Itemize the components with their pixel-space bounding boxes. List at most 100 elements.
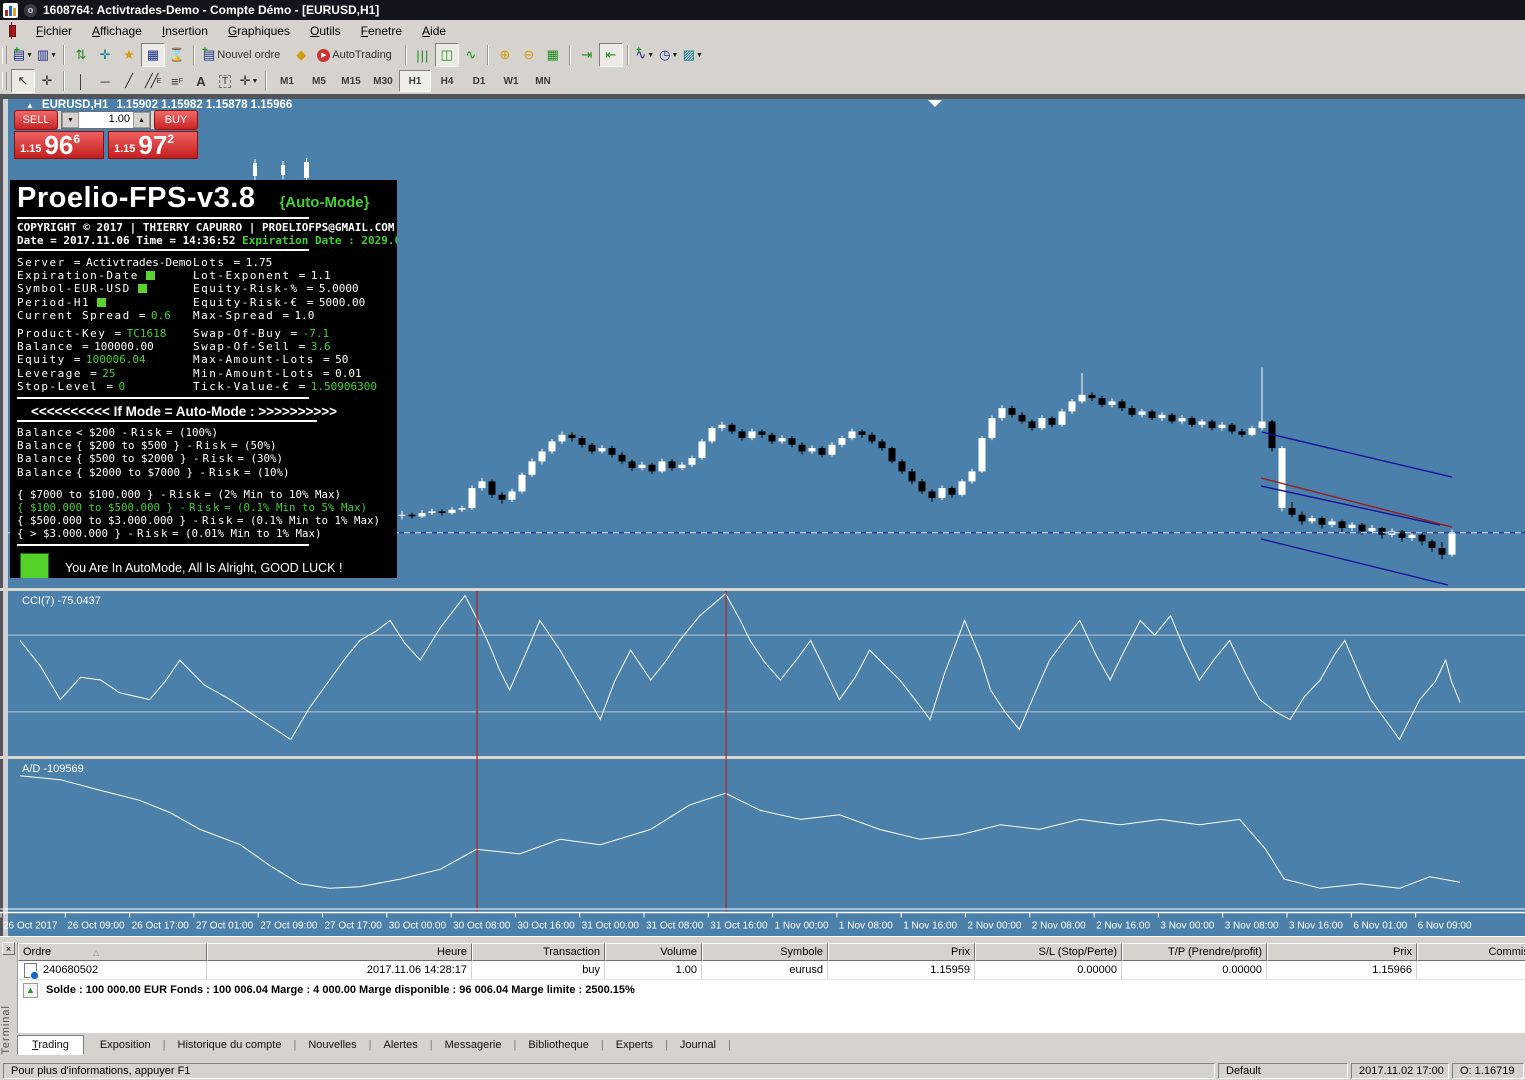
- ea-info-row: Equity-Risk-% =5.0000: [193, 282, 397, 295]
- new-order-button[interactable]: ▤+ Nouvel ordre: [199, 43, 289, 67]
- profiles-button[interactable]: ▥▼: [35, 43, 59, 67]
- tile-windows-button[interactable]: ▦: [541, 43, 565, 67]
- zoom-in-button[interactable]: ⊕: [493, 43, 517, 67]
- chart-window-icon[interactable]: [4, 24, 18, 39]
- column-header-prix[interactable]: Prix: [1267, 943, 1417, 961]
- text-tool-button[interactable]: A: [189, 69, 213, 93]
- cursor-tool-button[interactable]: ↖: [11, 69, 35, 93]
- channel-tool-button[interactable]: ╱╱E: [141, 69, 165, 93]
- svg-text:31 Oct 00:00: 31 Oct 00:00: [582, 921, 640, 932]
- volume-decrease-button[interactable]: ▼: [62, 112, 79, 128]
- new-chart-button[interactable]: ▤+▼: [11, 43, 35, 67]
- svg-text:31 Oct 16:00: 31 Oct 16:00: [710, 921, 768, 932]
- tab-exposition[interactable]: Exposition: [90, 1035, 161, 1055]
- chart-area: CCI(7) -75.0437A/D -10956926 Oct 201726 …: [0, 94, 1525, 936]
- candlestick-chart-button[interactable]: ◫: [435, 43, 459, 67]
- order-row[interactable]: 2406805022017.11.06 14:28:17buy1.00eurus…: [18, 961, 1525, 980]
- vertical-line-tool-button[interactable]: │: [69, 69, 93, 93]
- tab-nouvelles[interactable]: Nouvelles: [298, 1035, 366, 1055]
- order-cell-transaction: buy: [472, 961, 605, 979]
- templates-button[interactable]: ▨▼: [681, 43, 705, 67]
- buy-price[interactable]: 1.15 97 2: [108, 131, 198, 159]
- tab-bibliotheque[interactable]: Bibliotheque: [518, 1035, 599, 1055]
- svg-text:27 Oct 09:00: 27 Oct 09:00: [260, 921, 318, 932]
- column-header-prix[interactable]: Prix: [828, 943, 975, 961]
- ea-mode-header-wrap: <<<<<<<<<< If Mode = Auto-Mode : >>>>>>>…: [17, 404, 317, 422]
- balance-row[interactable]: ▲ Solde : 100 000.00 EUR Fonds : 100 006…: [18, 980, 1525, 1000]
- buy-button[interactable]: BUY: [154, 110, 198, 130]
- column-header-transaction[interactable]: Transaction: [472, 943, 605, 961]
- terminal-button[interactable]: ▦: [141, 43, 165, 67]
- one-click-collapse-icon[interactable]: ▲: [26, 101, 34, 110]
- periods-button[interactable]: ◷▼: [657, 43, 681, 67]
- text-label-tool-button[interactable]: T: [213, 69, 237, 93]
- sell-price[interactable]: 1.15 96 6: [14, 131, 104, 159]
- ea-date-line: Date = 2017.11.06 Time = 14:36:52 Expira…: [17, 234, 397, 247]
- column-header-s-l-stop-perte-[interactable]: S/L (Stop/Perte): [975, 943, 1122, 961]
- column-header-commission[interactable]: Commission: [1417, 943, 1525, 961]
- timeframe-h1[interactable]: H1: [399, 70, 431, 92]
- menu-item-aide[interactable]: Aide: [412, 21, 456, 41]
- menu-item-insertion[interactable]: Insertion: [152, 21, 218, 41]
- window-menu-icon[interactable]: o: [24, 4, 37, 17]
- zoom-out-button[interactable]: ⊖: [517, 43, 541, 67]
- column-header-heure[interactable]: Heure: [207, 943, 472, 961]
- column-header-symbole[interactable]: Symbole: [702, 943, 828, 961]
- app-logo-icon: [3, 3, 18, 18]
- column-header-t-p-prendre-profit-[interactable]: T/P (Prendre/profit): [1122, 943, 1267, 961]
- timeframe-h4[interactable]: H4: [431, 70, 463, 92]
- sell-button[interactable]: SELL: [14, 110, 58, 130]
- menu-item-graphiques[interactable]: Graphiques: [218, 21, 300, 41]
- bar-chart-button[interactable]: |||: [411, 43, 435, 67]
- timeframe-m5[interactable]: M5: [303, 70, 335, 92]
- timeframe-mn[interactable]: MN: [527, 70, 559, 92]
- market-watch-button[interactable]: ⇅: [69, 43, 93, 67]
- terminal-close-button[interactable]: ×: [2, 942, 15, 955]
- ea-status-footer: You Are In AutoMode, All Is Alright, GOO…: [17, 553, 397, 578]
- tab-experts[interactable]: Experts: [606, 1035, 663, 1055]
- metaeditor-button[interactable]: ◆: [289, 43, 313, 67]
- column-header-volume[interactable]: Volume: [605, 943, 702, 961]
- svg-text:2 Nov 08:00: 2 Nov 08:00: [1032, 921, 1086, 932]
- volume-input[interactable]: 1.00: [79, 112, 133, 128]
- order-cell-heure: 2017.11.06 14:28:17: [207, 961, 472, 979]
- crosshair-tool-button[interactable]: ✛: [35, 69, 59, 93]
- menu-item-affichage[interactable]: Affichage: [82, 21, 152, 41]
- trendline-tool-button[interactable]: ╱: [117, 69, 141, 93]
- column-header-ordre[interactable]: Ordre△: [18, 943, 207, 961]
- toolbar-grip[interactable]: [2, 46, 7, 64]
- indicators-button[interactable]: ∿+▼: [633, 43, 657, 67]
- ea-info-row: Max-Amount-Lots =50: [193, 353, 397, 366]
- menu-item-fenetre[interactable]: Fenetre: [351, 21, 412, 41]
- toolbar-grip[interactable]: [2, 72, 7, 90]
- menu-item-fichier[interactable]: Fichier: [26, 21, 82, 41]
- tab-journal[interactable]: Journal: [670, 1035, 726, 1055]
- tab-trading[interactable]: Trading: [17, 1035, 84, 1055]
- fibonacci-tool-button[interactable]: ≡F: [165, 69, 189, 93]
- ea-risk-row: Balance{ $200 to $500 } -Risk= (50%): [17, 439, 397, 452]
- svg-text:30 Oct 16:00: 30 Oct 16:00: [517, 921, 575, 932]
- line-chart-button[interactable]: ∿: [459, 43, 483, 67]
- timeframe-d1[interactable]: D1: [463, 70, 495, 92]
- menu-item-outils[interactable]: Outils: [300, 21, 351, 41]
- navigator-button[interactable]: ★: [117, 43, 141, 67]
- data-window-button[interactable]: ✛: [93, 43, 117, 67]
- auto-scroll-button[interactable]: ⇥: [575, 43, 599, 67]
- tab-messagerie[interactable]: Messagerie: [435, 1035, 512, 1055]
- timeframe-m15[interactable]: M15: [335, 70, 367, 92]
- ea-divider: [17, 217, 309, 219]
- tab-historique-du-compte[interactable]: Historique du compte: [168, 1035, 292, 1055]
- chart-shift-button[interactable]: ⇤: [599, 43, 623, 67]
- tab-alertes[interactable]: Alertes: [374, 1035, 428, 1055]
- status-profile[interactable]: Default: [1218, 1063, 1348, 1079]
- timeframe-m1[interactable]: M1: [271, 70, 303, 92]
- timeframe-w1[interactable]: W1: [495, 70, 527, 92]
- timeframe-m30[interactable]: M30: [367, 70, 399, 92]
- timeframe-buttons: M1M5M15M30H1H4D1W1MN: [271, 70, 559, 92]
- autotrading-button[interactable]: ▶ AutoTrading: [313, 43, 401, 67]
- strategy-tester-button[interactable]: ⌛: [165, 43, 189, 67]
- ea-green-indicator: [97, 298, 106, 307]
- horizontal-line-tool-button[interactable]: ─: [93, 69, 117, 93]
- arrows-tool-button[interactable]: ✛▼: [237, 69, 261, 93]
- volume-increase-button[interactable]: ▲: [133, 112, 150, 128]
